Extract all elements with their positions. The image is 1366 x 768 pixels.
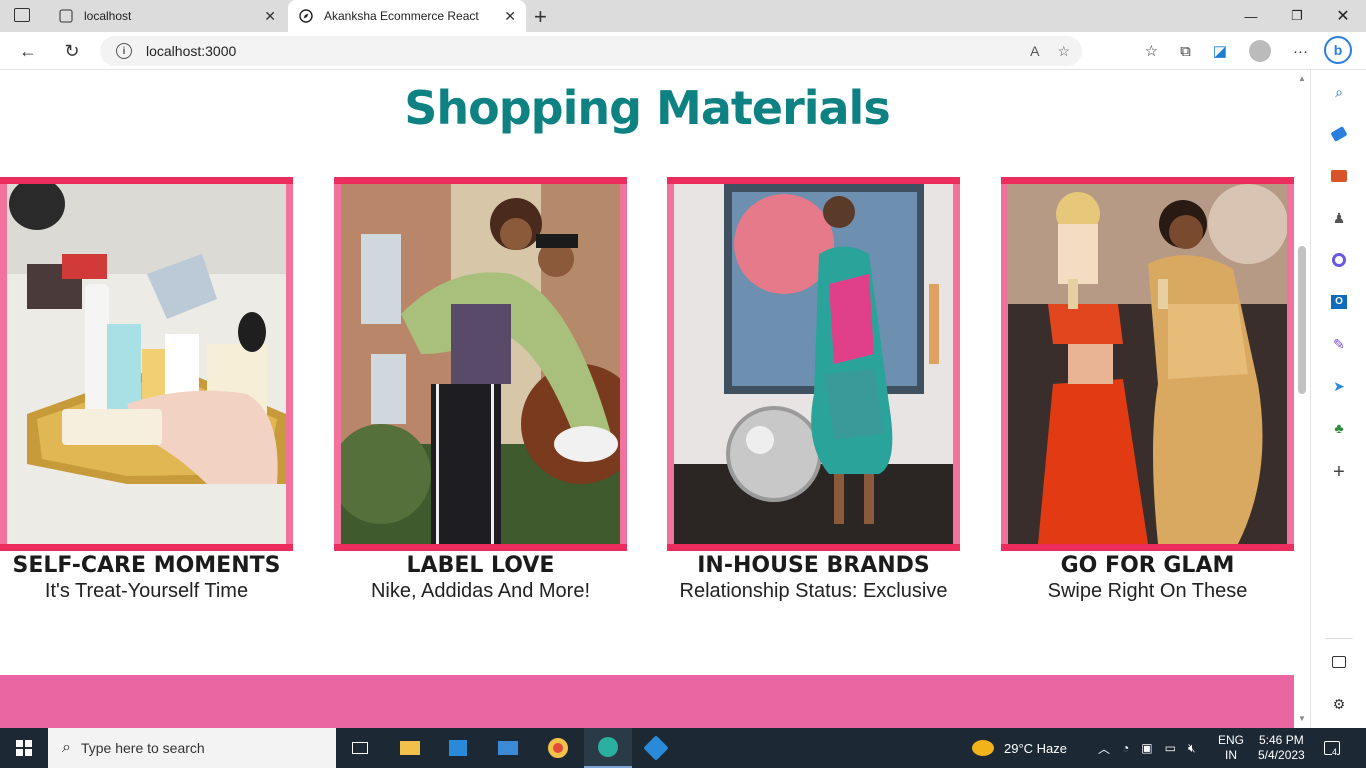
- meet-now-icon[interactable]: ▣: [1141, 741, 1152, 755]
- info-icon[interactable]: i: [116, 43, 132, 59]
- task-view-icon[interactable]: [336, 728, 384, 768]
- tab-title: localhost: [84, 9, 132, 23]
- scroll-thumb[interactable]: [1298, 246, 1306, 394]
- card-subtitle: Swipe Right On These: [1047, 580, 1248, 602]
- region-code: IN: [1225, 748, 1237, 762]
- language-indicator[interactable]: ENG IN: [1218, 728, 1244, 768]
- self-care-product-image: [7, 184, 286, 544]
- edge-sidebar: ⌕ ♟ O ✎ ➤ ♣ + ⚙: [1310, 70, 1366, 728]
- card-subtitle: It's Treat-Yourself Time: [44, 580, 249, 602]
- clock[interactable]: 5:46 PM 5/4/2023: [1258, 728, 1305, 768]
- go-for-glam-image: [1008, 184, 1287, 544]
- close-tab-icon[interactable]: ✕: [504, 8, 516, 25]
- edge-icon[interactable]: [584, 728, 632, 768]
- more-options-icon[interactable]: ···: [1293, 43, 1308, 60]
- battery-icon[interactable]: ▭: [1165, 741, 1176, 755]
- taskbar-search-field[interactable]: ⌕ Type here to search: [48, 728, 336, 768]
- compass-icon: [298, 8, 314, 24]
- clock-date: 5/4/2023: [1258, 748, 1305, 762]
- refresh-icon[interactable]: ↻: [58, 38, 86, 64]
- outlook-icon[interactable]: O: [1329, 292, 1349, 312]
- notification-count: 4: [1332, 747, 1338, 757]
- file-explorer-icon[interactable]: [386, 728, 434, 768]
- edge-extension-icon[interactable]: ◪: [1213, 42, 1227, 60]
- card-frame: [0, 177, 293, 551]
- new-tab-button[interactable]: +: [534, 4, 547, 30]
- search-placeholder: Type here to search: [80, 740, 205, 756]
- favorite-star-icon[interactable]: ☆: [1057, 43, 1070, 60]
- card-title: SELF-CARE MOMENTS: [12, 553, 281, 578]
- microsoft-store-icon[interactable]: [434, 728, 482, 768]
- microsoft-365-icon[interactable]: [1329, 250, 1349, 270]
- page-icon: [58, 8, 74, 24]
- url-text: localhost:3000: [146, 43, 237, 59]
- tab-title: Akanksha Ecommerce React: [324, 9, 479, 23]
- vscode-icon[interactable]: [632, 728, 680, 768]
- page-title: Shopping Materials: [404, 81, 890, 135]
- pink-section-band: [0, 675, 1294, 728]
- chevron-up-icon[interactable]: ︿: [1098, 740, 1110, 757]
- card-subtitle: Nike, Addidas And More!: [370, 580, 590, 602]
- scroll-up-icon[interactable]: ▲: [1298, 74, 1306, 83]
- tab-localhost[interactable]: localhost ✕: [48, 0, 286, 32]
- wifi-icon[interactable]: ◔: [1122, 741, 1129, 755]
- address-bar-row: ← ↻ i localhost:3000 A ☆ ☆ ⧉ ◪ ··· b: [0, 32, 1366, 70]
- avatar[interactable]: [1249, 40, 1271, 62]
- tab-actions-icon[interactable]: [14, 8, 30, 22]
- category-card-label-love[interactable]: LABEL LOVE Nike, Addidas And More!: [334, 177, 627, 603]
- card-subtitle: Relationship Status: Exclusive: [679, 580, 948, 602]
- weather-widget[interactable]: 29°C Haze: [972, 728, 1067, 768]
- clock-time: 5:46 PM: [1259, 733, 1304, 747]
- browser-tab-bar: localhost ✕ Akanksha Ecommerce React ✕ +…: [0, 0, 1366, 32]
- windows-start-icon[interactable]: [0, 728, 48, 768]
- volume-muted-icon[interactable]: 🔇︎: [1188, 741, 1196, 756]
- category-card-go-for-glam[interactable]: GO FOR GLAM Swipe Right On These: [1001, 177, 1294, 603]
- page-viewport: Shopping Materials SELF-CARE MOMENTS It'…: [0, 71, 1294, 728]
- card-frame: [334, 177, 627, 551]
- mail-icon[interactable]: [484, 728, 532, 768]
- page-scrollbar[interactable]: ▲ ▼: [1294, 70, 1310, 728]
- language-code: ENG: [1218, 733, 1245, 747]
- minimize-icon[interactable]: —: [1228, 0, 1274, 32]
- notification-center[interactable]: 4: [1324, 728, 1340, 768]
- card-title: GO FOR GLAM: [1060, 553, 1235, 578]
- scroll-down-icon[interactable]: ▼: [1298, 714, 1306, 723]
- card-frame: [1001, 177, 1294, 551]
- games-icon[interactable]: ♟: [1329, 208, 1349, 228]
- shopping-tag-icon[interactable]: [1329, 124, 1349, 144]
- category-card-self-care[interactable]: SELF-CARE MOMENTS It's Treat-Yourself Ti…: [0, 177, 293, 603]
- weather-text: 29°C Haze: [1004, 740, 1068, 756]
- windows-taskbar: ⌕ Type here to search 29°C Haze ︿ ◔ ▣ ▭ …: [0, 728, 1366, 768]
- search-icon[interactable]: ⌕: [1329, 82, 1349, 102]
- close-window-icon[interactable]: ✕: [1320, 0, 1366, 32]
- back-icon[interactable]: ←: [14, 38, 42, 64]
- tools-briefcase-icon[interactable]: [1329, 166, 1349, 186]
- collections-icon[interactable]: ⧉: [1180, 43, 1191, 60]
- url-field[interactable]: i localhost:3000 A ☆: [100, 36, 1082, 66]
- search-icon: ⌕: [62, 739, 71, 756]
- tab-akanksha-ecommerce[interactable]: Akanksha Ecommerce React ✕: [288, 0, 526, 32]
- add-icon[interactable]: +: [1329, 461, 1349, 483]
- card-title: IN-HOUSE BRANDS: [697, 553, 930, 578]
- card-title: LABEL LOVE: [406, 553, 555, 578]
- bing-chat-icon[interactable]: b: [1324, 36, 1352, 64]
- sidebar-toggle-icon[interactable]: [1329, 652, 1349, 672]
- label-love-image: [341, 184, 620, 544]
- card-frame: [667, 177, 960, 551]
- in-house-brands-image: [674, 184, 953, 544]
- read-aloud-icon[interactable]: A: [1030, 43, 1039, 60]
- restore-icon[interactable]: ❐: [1274, 0, 1320, 32]
- tree-icon[interactable]: ♣: [1329, 418, 1349, 438]
- settings-gear-icon[interactable]: ⚙: [1329, 694, 1349, 714]
- chrome-icon[interactable]: [534, 728, 582, 768]
- send-icon[interactable]: ➤: [1329, 376, 1349, 396]
- favorites-icon[interactable]: ☆: [1145, 42, 1158, 60]
- designer-icon[interactable]: ✎: [1329, 334, 1349, 354]
- close-tab-icon[interactable]: ✕: [264, 8, 276, 25]
- weather-sun-icon: [972, 740, 994, 756]
- category-card-in-house-brands[interactable]: IN-HOUSE BRANDS Relationship Status: Exc…: [667, 177, 960, 603]
